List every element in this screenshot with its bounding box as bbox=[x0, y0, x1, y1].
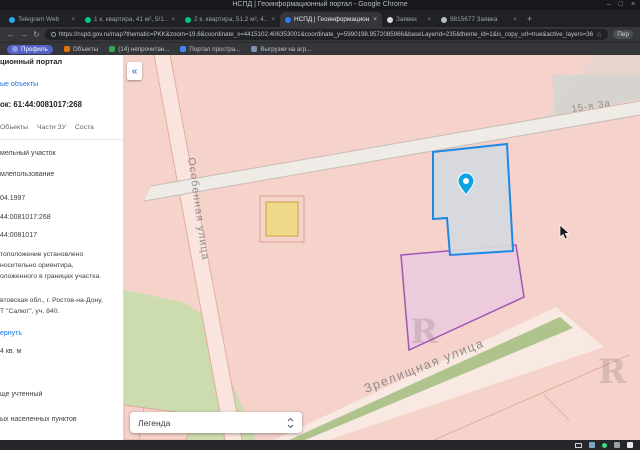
panel-divider bbox=[0, 139, 123, 140]
tab-favicon bbox=[441, 16, 447, 23]
parcel-type-value: мельный участок bbox=[0, 150, 56, 157]
minimize-button[interactable]: – bbox=[607, 0, 611, 10]
watermark: R bbox=[410, 312, 439, 352]
registration-date-value: 04.1997 bbox=[0, 195, 26, 202]
bookmark-vygruzki[interactable]: Выгрузки на агр... bbox=[251, 46, 311, 53]
tab-telegram[interactable]: Telegram Web × bbox=[4, 12, 80, 27]
tab-zayavki[interactable]: Заявки × bbox=[382, 12, 436, 27]
bookmark-favicon bbox=[109, 46, 116, 52]
map-canvas[interactable]: R R Особенная улица 15-я За Зрелищная ул… bbox=[124, 55, 640, 440]
url-text: https://nspd.gov.ru/map?thematic=PKK&zoo… bbox=[58, 31, 594, 38]
tab-close-icon[interactable]: × bbox=[513, 16, 517, 23]
tab-parcel-parts[interactable]: Части ЗУ bbox=[37, 124, 66, 131]
location-description-line: оложенного в границах участка. bbox=[0, 273, 102, 280]
forward-icon[interactable]: → bbox=[20, 27, 28, 42]
location-description-line: тоположение установлено bbox=[0, 251, 84, 258]
address-bar: ← → ↻ https://nspd.gov.ru/map?thematic=P… bbox=[0, 27, 640, 42]
bookmark-favicon bbox=[12, 46, 18, 52]
tab-favicon bbox=[285, 16, 291, 23]
address-line: втовская обл., г. Ростов-на-Дону, bbox=[0, 297, 103, 304]
legend-dropdown[interactable]: Легенда bbox=[130, 412, 302, 433]
tab-close-icon[interactable]: × bbox=[373, 16, 377, 23]
os-taskbar bbox=[0, 440, 640, 450]
tab-favicon bbox=[387, 16, 393, 23]
watermark: R bbox=[598, 352, 627, 392]
page-content: ционный портал ые объекты ок: 61:44:0081… bbox=[0, 55, 640, 440]
bookmark-portal[interactable]: Портал простра... bbox=[180, 46, 240, 53]
object-info-panel: ционный портал ые объекты ок: 61:44:0081… bbox=[0, 55, 124, 440]
cadastral-number-value: 44:0081017:268 bbox=[0, 214, 51, 221]
cadastral-quarter-value: 44:0081017 bbox=[0, 232, 37, 239]
yellow-parcel[interactable] bbox=[265, 201, 299, 237]
bookmark-neprochitannye[interactable]: (14) непрочитан... bbox=[109, 46, 169, 53]
chrome-window: НСПД | Геоинформационный портал - Google… bbox=[0, 0, 640, 450]
chevron-updown-icon bbox=[287, 417, 294, 428]
collapse-panel-button[interactable]: « bbox=[127, 62, 142, 80]
bookmark-star-icon[interactable]: ☆ bbox=[596, 31, 602, 39]
portal-header: ционный портал bbox=[0, 57, 63, 66]
bookmarks-bar: Профиль Объекты (14) непрочитан... Порта… bbox=[0, 42, 640, 55]
site-info-icon[interactable] bbox=[50, 32, 56, 37]
taskbar-tray-icon[interactable] bbox=[627, 442, 633, 448]
tab-nspd-active[interactable]: НСПД | Геоинформацион... × bbox=[280, 12, 382, 27]
bookmark-obekty[interactable]: Объекты bbox=[63, 46, 98, 53]
tab-close-icon[interactable]: × bbox=[71, 16, 75, 23]
tab-flat-1[interactable]: 1 к. квартира, 41 м², 5/1... × bbox=[80, 12, 180, 27]
taskbar-tray-icon[interactable] bbox=[614, 442, 620, 448]
tab-composition[interactable]: Соста bbox=[75, 124, 94, 131]
panel-tabs: Объекты Части ЗУ Соста bbox=[0, 124, 120, 131]
taskbar-status-icon[interactable] bbox=[602, 442, 607, 448]
reload-icon[interactable]: ↻ bbox=[33, 27, 40, 42]
back-icon[interactable]: ← bbox=[7, 27, 15, 42]
window-title: НСПД | Геоинформационный портал - Google… bbox=[232, 1, 408, 8]
new-tab-button[interactable]: + bbox=[527, 12, 532, 27]
taskbar-window-icon[interactable] bbox=[575, 442, 582, 448]
expand-link[interactable]: ернуть bbox=[0, 330, 120, 337]
profile-button[interactable]: Пер bbox=[613, 30, 633, 39]
bookmark-favicon bbox=[180, 46, 187, 52]
url-input[interactable]: https://nspd.gov.ru/map?thematic=PKK&zoo… bbox=[44, 29, 609, 40]
tab-flat-2[interactable]: 2 к. квартира, 51.2 м², 4... × bbox=[180, 12, 280, 27]
window-controls: – □ × bbox=[607, 0, 635, 10]
address-line: Т "Салют", уч. 840. bbox=[0, 308, 60, 315]
bookmark-profil[interactable]: Профиль bbox=[7, 44, 53, 54]
close-button[interactable]: × bbox=[631, 0, 635, 10]
tab-favicon bbox=[185, 16, 191, 23]
tab-close-icon[interactable]: × bbox=[171, 16, 175, 23]
location-description-line: носительно ориентира, bbox=[0, 262, 74, 269]
parcel-title: ок: 61:44:0081017:268 bbox=[0, 100, 82, 109]
tab-close-icon[interactable]: × bbox=[271, 16, 275, 23]
maximize-button[interactable]: □ bbox=[619, 0, 623, 10]
bookmark-favicon bbox=[251, 46, 258, 52]
tab-zayavka-9815677[interactable]: 9815677 Заявка × bbox=[436, 12, 522, 27]
legend-label: Легенда bbox=[138, 417, 171, 428]
tab-strip: Telegram Web × 1 к. квартира, 41 м², 5/1… bbox=[0, 10, 640, 27]
tab-objects[interactable]: Объекты bbox=[0, 124, 28, 131]
tab-close-icon[interactable]: × bbox=[427, 16, 431, 23]
window-titlebar: НСПД | Геоинформационный портал - Google… bbox=[0, 0, 640, 10]
land-category-value: ых населенных пунктов bbox=[0, 416, 77, 423]
area-value: 4 кв. м bbox=[0, 348, 22, 355]
bookmark-favicon bbox=[63, 46, 70, 52]
status-value: ще учтенный bbox=[0, 391, 43, 398]
taskbar-app-icon[interactable] bbox=[589, 442, 595, 448]
tab-favicon bbox=[9, 16, 15, 23]
permitted-use-value: млепользование bbox=[0, 171, 55, 178]
tab-favicon bbox=[85, 16, 91, 23]
map-area[interactable]: R R Особенная улица 15-я За Зрелищная ул… bbox=[124, 55, 640, 440]
favorites-link[interactable]: ые объекты bbox=[0, 81, 120, 88]
